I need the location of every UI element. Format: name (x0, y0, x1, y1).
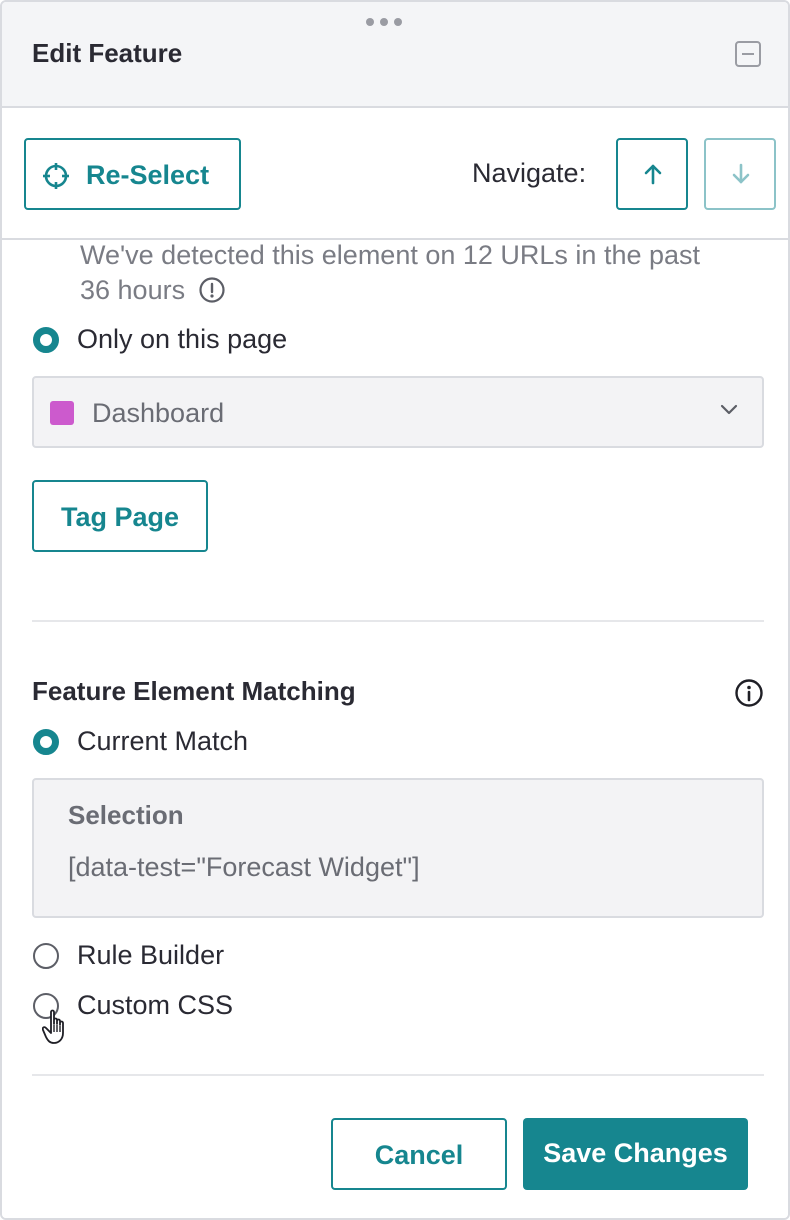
radio-rule-builder[interactable] (33, 943, 59, 969)
edit-feature-panel: Edit Feature Re-Select Navigate: We've d… (0, 0, 790, 1220)
info-icon[interactable] (734, 678, 764, 708)
matching-section-title: Feature Element Matching (32, 676, 356, 706)
crosshair-icon (43, 163, 69, 189)
cancel-label: Cancel (374, 1140, 464, 1170)
page-select[interactable]: Dashboard (32, 376, 764, 448)
cancel-button[interactable]: Cancel (331, 1118, 507, 1190)
section-divider (32, 1074, 764, 1076)
detection-text: We've detected this element on 12 URLs i… (80, 240, 701, 305)
current-match-label[interactable]: Current Match (77, 726, 248, 757)
detection-info: We've detected this element on 12 URLs i… (80, 240, 720, 308)
radio-current-match[interactable] (33, 729, 59, 755)
page-select-value: Dashboard (92, 398, 225, 428)
navigate-label: Navigate: (472, 158, 587, 188)
panel-footer: Cancel Save Changes (2, 1082, 788, 1218)
panel-header: Edit Feature (2, 2, 788, 108)
reselect-label: Re-Select (86, 160, 210, 190)
radio-only-this-page[interactable] (33, 327, 59, 353)
panel-title: Edit Feature (32, 38, 183, 68)
navigate-down-button[interactable] (704, 138, 776, 210)
minimize-icon[interactable] (735, 41, 761, 67)
section-divider (32, 620, 764, 622)
selection-box: Selection [data-test="Forecast Widget"] (32, 778, 764, 918)
page-color-swatch (50, 401, 74, 425)
save-changes-label: Save Changes (543, 1138, 728, 1168)
arrow-up-icon (644, 164, 662, 185)
tag-page-button[interactable]: Tag Page (32, 480, 208, 552)
save-changes-button[interactable]: Save Changes (523, 1118, 748, 1190)
drag-handle-icon[interactable] (364, 16, 404, 28)
toolbar: Re-Select Navigate: (2, 108, 788, 240)
rule-builder-label[interactable]: Rule Builder (77, 940, 224, 971)
scroll-content[interactable]: We've detected this element on 12 URLs i… (2, 240, 788, 1082)
tag-page-label: Tag Page (60, 502, 180, 532)
alert-circle-icon[interactable] (198, 277, 225, 303)
custom-css-label[interactable]: Custom CSS (77, 990, 233, 1021)
only-this-page-label[interactable]: Only on this page (77, 324, 287, 355)
selection-value: [data-test="Forecast Widget"] (68, 852, 420, 882)
arrow-down-icon (732, 163, 750, 184)
reselect-button[interactable]: Re-Select (24, 138, 241, 210)
hand-pointer-cursor-icon (42, 1009, 64, 1044)
chevron-down-icon (720, 404, 738, 415)
selection-title: Selection (68, 800, 184, 830)
navigate-up-button[interactable] (616, 138, 688, 210)
